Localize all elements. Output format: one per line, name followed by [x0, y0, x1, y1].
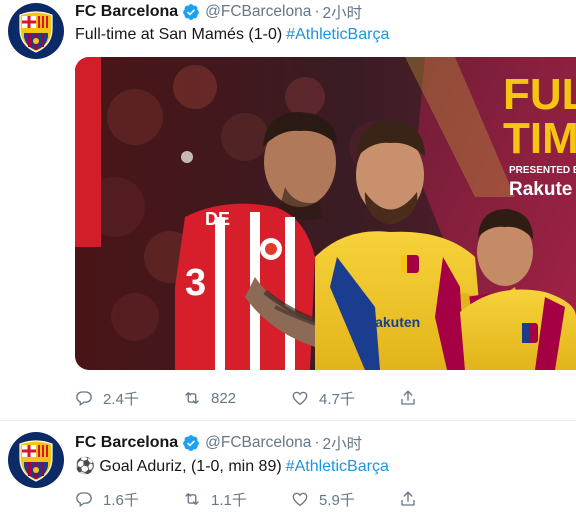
avatar[interactable]: [8, 3, 64, 59]
tweet[interactable]: FC Barcelona @FCBarcelona · 2小时 Full-tim…: [0, 0, 576, 421]
retweet-icon: [185, 392, 199, 404]
tweet-body: Full-time at San Mamés (1-0): [75, 26, 283, 43]
kit-sponsor: Rakuten: [365, 314, 420, 330]
tweet-body: Goal Aduriz, (1-0, min 89): [99, 458, 282, 475]
retweet-button[interactable]: 1.1千: [183, 489, 291, 510]
share-icon: [401, 390, 415, 405]
separator-dot: ·: [314, 3, 320, 20]
retweet-icon: [185, 493, 199, 505]
share-button[interactable]: [399, 389, 417, 407]
user-handle[interactable]: @FCBarcelona: [205, 3, 311, 21]
display-name[interactable]: FC Barcelona: [75, 434, 178, 452]
tweet-actions: 1.6千 1.1千 5.9千: [75, 488, 417, 510]
avatar[interactable]: [8, 432, 64, 488]
like-button[interactable]: 4.7千: [291, 388, 399, 409]
reply-icon: [76, 492, 92, 508]
fc-barcelona-crest-icon: [19, 11, 53, 53]
retweet-count: 1.1千: [211, 491, 247, 509]
share-icon: [401, 491, 415, 506]
display-name[interactable]: FC Barcelona: [75, 3, 178, 21]
reply-count: 1.6千: [103, 491, 139, 509]
reply-button[interactable]: 1.6千: [75, 489, 183, 510]
headline-time: TIME: [503, 114, 576, 163]
headline-full: FULL: [503, 70, 576, 119]
tweet-header: FC Barcelona @FCBarcelona · 2小时: [75, 1, 362, 23]
presented-by-label: PRESENTED BY: [509, 165, 576, 176]
hashtag-link[interactable]: #AthleticBarça: [286, 26, 389, 43]
verified-badge-icon: [183, 435, 200, 451]
like-count: 5.9千: [319, 491, 355, 509]
soccer-ball-emoji: ⚽: [75, 458, 95, 475]
verified-badge-icon: [183, 4, 200, 20]
timestamp[interactable]: 2小时: [323, 432, 363, 454]
hashtag-link[interactable]: #AthleticBarça: [286, 458, 389, 475]
retweet-count: 822: [211, 389, 237, 407]
reply-icon: [76, 391, 92, 407]
timestamp[interactable]: 2小时: [323, 1, 363, 23]
tweet[interactable]: FC Barcelona @FCBarcelona · 2小时 ⚽ Goal A…: [0, 421, 576, 514]
jersey-number: 3: [185, 262, 206, 304]
separator-dot: ·: [314, 434, 320, 451]
retweet-button[interactable]: 822: [183, 389, 291, 407]
reply-count: 2.4千: [103, 390, 139, 408]
tweet-header: FC Barcelona @FCBarcelona · 2小时: [75, 432, 362, 454]
like-count: 4.7千: [319, 390, 355, 408]
reply-button[interactable]: 2.4千: [75, 388, 183, 409]
tweet-image[interactable]: FULL TIME PRESENTED BY Rakute 3 DE: [75, 57, 576, 370]
sponsor-logo: Rakute: [509, 179, 572, 200]
tweet-text: ⚽ Goal Aduriz, (1-0, min 89) #AthleticBar…: [75, 456, 389, 478]
tweet-actions: 2.4千 822 4.7千: [75, 387, 417, 409]
fc-barcelona-crest-icon: [19, 440, 53, 482]
share-button[interactable]: [399, 490, 417, 508]
like-icon: [292, 391, 308, 406]
jersey-name: DE: [205, 209, 230, 229]
tweet-text: Full-time at San Mamés (1-0) #AthleticBar…: [75, 24, 389, 46]
full-time-graphic: FULL TIME PRESENTED BY Rakute 3 DE: [75, 57, 576, 370]
user-handle[interactable]: @FCBarcelona: [205, 434, 311, 452]
like-button[interactable]: 5.9千: [291, 489, 399, 510]
like-icon: [292, 492, 308, 507]
